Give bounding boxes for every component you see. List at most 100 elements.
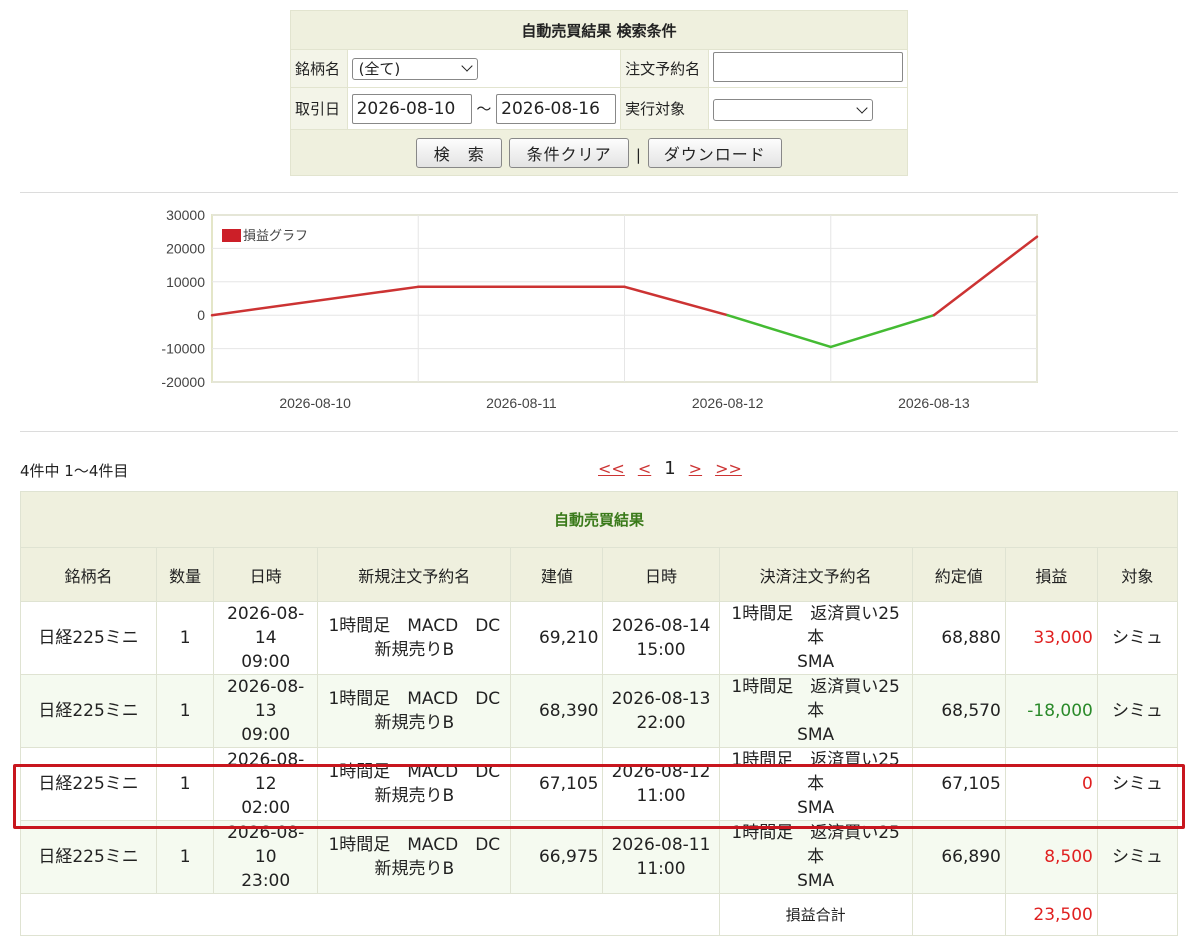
clear-conditions-button[interactable]: 条件クリア	[509, 137, 630, 168]
open-order-cell: 1時間足 MACD DC 新規売りB	[317, 820, 512, 894]
fill-price-cell-text: 68,570	[941, 701, 1001, 721]
legend-swatch	[222, 229, 241, 242]
brand-select-value: (全て)	[358, 60, 401, 78]
target-cell: シミュ	[1096, 674, 1179, 748]
target-cell-text: シミュ	[1111, 701, 1163, 721]
open-datetime-cell: 2026-08-14 09:00	[213, 601, 319, 675]
open-price-cell-text: 69,210	[538, 628, 599, 648]
order-name-input[interactable]	[713, 51, 903, 82]
date-to-input[interactable]: 2026-08-16	[496, 93, 617, 124]
pnl-chart: 3000020000100000-10000-20000 2026-08-10 2…	[161, 207, 1039, 411]
x-tick-label: 2026-08-11	[486, 395, 557, 411]
fill-price-cell: 68,880	[911, 601, 1006, 675]
date-from-input[interactable]: 2026-08-10	[351, 93, 472, 124]
column-header: 約定値	[911, 547, 1006, 602]
open-order-cell: 1時間足 MACD DC 新規売りB	[317, 674, 512, 748]
search-button[interactable]: 検 索	[416, 137, 503, 168]
brand-cell: 日経225ミニ	[19, 820, 158, 894]
column-header: 数量	[156, 547, 215, 602]
column-header: 損益	[1004, 547, 1098, 602]
chevron-down-icon	[460, 60, 473, 72]
pnl-cell-text: -18,000	[1027, 701, 1093, 721]
column-header: 日時	[213, 547, 319, 602]
open-datetime-cell-text: 09:00	[241, 725, 291, 745]
button-divider: |	[635, 145, 641, 164]
x-tick-label: 2026-08-10	[279, 395, 351, 411]
open-datetime-cell: 2026-08-10 23:00	[213, 820, 319, 894]
target-cell: シミュ	[1096, 601, 1179, 675]
open-order-cell-text: 新規売りB	[374, 640, 455, 660]
next-page-link[interactable]: >	[689, 459, 702, 478]
pnl-cell: 8,500	[1004, 820, 1098, 894]
target-cell-text: シミュ	[1111, 847, 1163, 867]
x-tick-label: 2026-08-13	[898, 395, 970, 411]
close-datetime-cell: 2026-08-12 11:00	[602, 747, 720, 821]
brand-cell-text: 日経225ミニ	[38, 701, 139, 721]
open-price-cell-text: 67,105	[538, 774, 599, 794]
open-datetime-cell-text: 23:00	[241, 871, 291, 891]
results-table: 自動売買結果 銘柄名 数量 日時 新規注文予約名 建値 日時 決済注文予約名 約定値 損益 対象 …	[19, 491, 1179, 936]
results-caption: 自動売買結果	[20, 491, 1178, 548]
column-header: 銘柄名	[19, 547, 158, 602]
open-datetime-cell-text: 2026-08-13	[227, 677, 305, 721]
close-order-cell: 1時間足 返済買い25本 SMA	[718, 747, 913, 821]
close-order-cell-text: 1時間足 返済買い25本	[731, 604, 900, 648]
trade-date-label: 取引日	[290, 87, 348, 130]
results-body: 日経225ミニ 1 2026-08-14 09:00 1時間足 MACD DC 新規売りB…	[19, 601, 1179, 894]
quantity-cell: 1	[156, 747, 215, 821]
quantity-cell-text: 1	[179, 774, 191, 794]
table-row: 日経225ミニ 1 2026-08-13 09:00 1時間足 MACD DC 新規売りB…	[19, 674, 1179, 748]
open-order-cell-text: 新規売りB	[374, 859, 455, 879]
search-actions: 検 索 条件クリア | ダウンロード	[290, 129, 908, 176]
chart-legend: 損益グラフ	[222, 228, 308, 243]
close-datetime-cell: 2026-08-13 22:00	[602, 674, 720, 748]
open-price-cell-text: 66,975	[538, 847, 599, 867]
brand-cell-text: 日経225ミニ	[38, 774, 139, 794]
fill-price-cell: 66,890	[911, 820, 1006, 894]
header-row: 銘柄名 数量 日時 新規注文予約名 建値 日時 決済注文予約名 約定値 損益 対象	[19, 547, 1179, 602]
quantity-cell-text: 1	[179, 628, 191, 648]
target-label: 実行対象	[620, 87, 709, 130]
target-select[interactable]	[713, 99, 873, 121]
y-tick-label: 30000	[166, 207, 205, 223]
close-datetime-cell-text: 2026-08-12	[611, 762, 711, 782]
open-price-cell: 69,210	[510, 601, 604, 675]
total-spacer	[20, 893, 720, 936]
prev-page-link[interactable]: <	[638, 459, 651, 478]
column-header: 日時	[602, 547, 720, 602]
chevron-down-icon	[856, 101, 868, 114]
open-order-cell: 1時間足 MACD DC 新規売りB	[317, 747, 512, 821]
y-tick-label: 0	[197, 307, 205, 323]
close-datetime-cell-text: 15:00	[636, 640, 686, 660]
divider-line	[20, 192, 1178, 193]
open-order-cell-text: 1時間足 MACD DC	[328, 616, 501, 636]
open-order-cell-text: 新規売りB	[374, 786, 455, 806]
open-datetime-cell-text: 02:00	[241, 798, 291, 818]
target-cell-text: シミュ	[1111, 628, 1163, 648]
column-header: 新規注文予約名	[317, 547, 512, 602]
quantity-cell: 1	[156, 601, 215, 675]
result-count: 4件中 1〜4件目	[20, 462, 129, 480]
open-datetime-cell: 2026-08-13 09:00	[213, 674, 319, 748]
quantity-cell-text: 1	[179, 847, 191, 867]
open-price-cell: 68,390	[510, 674, 604, 748]
open-datetime-cell-text: 2026-08-14	[227, 604, 305, 648]
open-order-cell-text: 1時間足 MACD DC	[328, 835, 501, 855]
close-order-cell-text: 1時間足 返済買い25本	[731, 823, 900, 867]
table-row: 日経225ミニ 1 2026-08-12 02:00 1時間足 MACD DC 新規売りB…	[19, 747, 1179, 821]
brand-select[interactable]: (全て)	[351, 57, 478, 80]
total-label: 損益合計	[718, 893, 913, 936]
first-page-link[interactable]: <<	[598, 459, 625, 478]
close-datetime-cell-text: 2026-08-13	[611, 689, 711, 709]
download-button[interactable]: ダウンロード	[647, 137, 782, 168]
close-datetime-cell-text: 22:00	[636, 713, 686, 733]
open-datetime-cell-text: 2026-08-10	[227, 823, 305, 867]
column-header: 建値	[510, 547, 604, 602]
last-page-link[interactable]: >>	[715, 459, 742, 478]
y-axis-ticks: 30000 20000 10000 0 -10000 -20000	[161, 207, 205, 390]
close-datetime-cell-text: 11:00	[636, 786, 686, 806]
legend-label: 損益グラフ	[243, 228, 308, 243]
open-order-cell: 1時間足 MACD DC 新規売りB	[317, 601, 512, 675]
close-order-cell-text: 1時間足 返済買い25本	[731, 677, 900, 721]
y-tick-label: 10000	[166, 274, 205, 290]
